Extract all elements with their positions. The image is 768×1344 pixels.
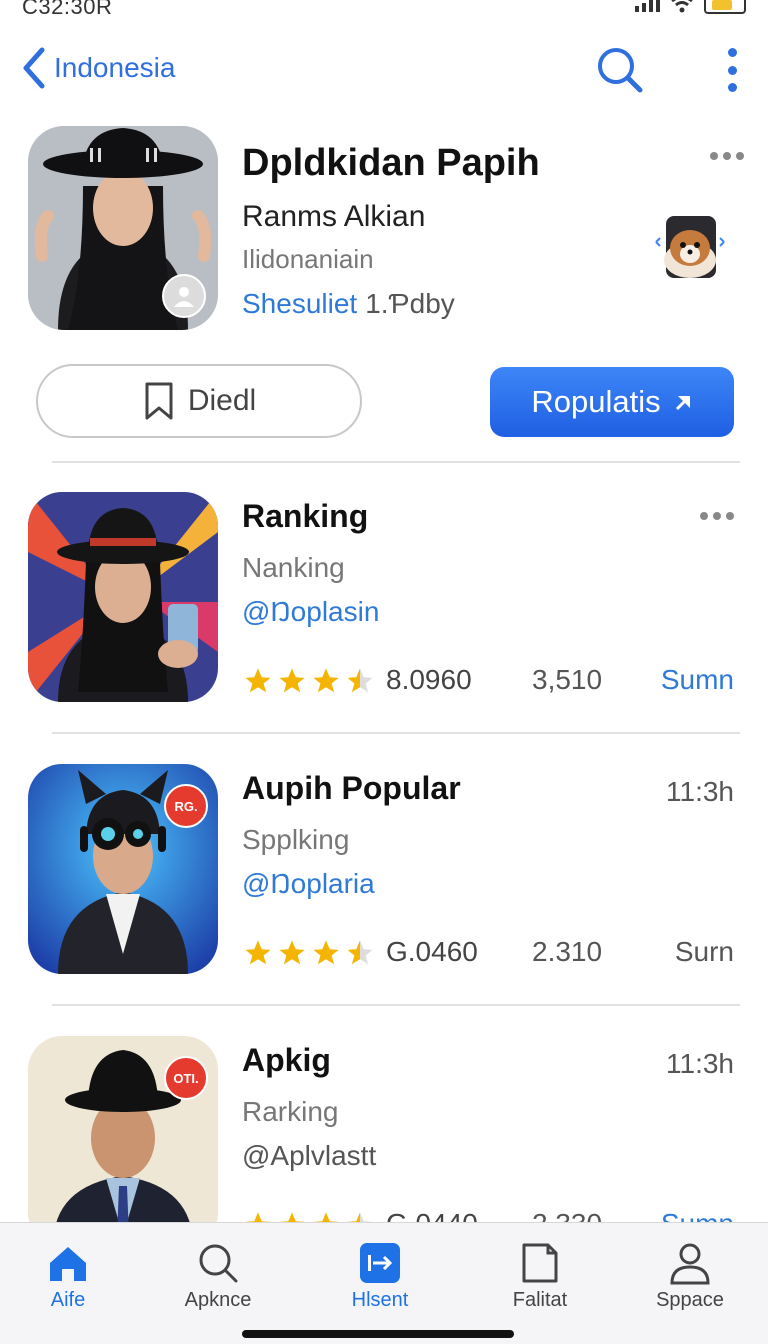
status-bar: C32:30R bbox=[0, 0, 768, 22]
tab-label: Falitat bbox=[512, 1289, 568, 1311]
app-category: Spplking bbox=[242, 824, 350, 855]
app-thumbnail: OTI. bbox=[28, 1036, 218, 1246]
list-item[interactable]: Ranking Nanking @Ŋoplasin 8.0960 3,510 S… bbox=[0, 492, 768, 722]
app-title: Apkig bbox=[242, 1042, 331, 1078]
app-title: Aupih Popular bbox=[242, 770, 461, 806]
home-indicator bbox=[242, 1330, 514, 1338]
more-vertical-icon[interactable] bbox=[722, 48, 742, 92]
back-label: Indonesia bbox=[54, 52, 176, 83]
app-description: Ilidonaniain bbox=[242, 244, 374, 274]
star-icon bbox=[245, 668, 271, 693]
app-category: Rarking bbox=[242, 1096, 339, 1127]
app-title: Ranking bbox=[242, 498, 369, 534]
status-time: C32:30R bbox=[22, 0, 113, 19]
external-link-icon bbox=[675, 396, 690, 411]
star-icon bbox=[313, 668, 339, 693]
tab-center[interactable]: Hlsent bbox=[310, 1241, 450, 1312]
tab-docs[interactable]: Falitat bbox=[470, 1241, 610, 1312]
divider bbox=[52, 461, 740, 463]
tab-label: Sppace bbox=[656, 1289, 724, 1311]
rating-count: 2.310 bbox=[532, 936, 603, 967]
rating-value: G.0460 bbox=[386, 936, 478, 967]
app-category: Nanking bbox=[242, 552, 345, 583]
tab-label: Aife bbox=[50, 1289, 86, 1311]
rating-value: 8.0960 bbox=[386, 664, 472, 695]
primary-action-button[interactable]: Ropulatis bbox=[490, 367, 734, 437]
notification-badge: OTI. bbox=[164, 1056, 208, 1100]
search-icon[interactable] bbox=[594, 44, 646, 96]
meta-link[interactable]: Shesuliet bbox=[242, 288, 357, 319]
tab-profile[interactable]: Sppace bbox=[620, 1241, 760, 1312]
star-rating bbox=[242, 666, 376, 696]
app-meta: Shesuliet 1.Ƥdby bbox=[242, 288, 455, 320]
tab-home[interactable]: Aife bbox=[0, 1241, 138, 1312]
star-half-icon bbox=[347, 668, 373, 693]
tab-label: Apknce bbox=[184, 1289, 252, 1311]
save-button-label: Diedl bbox=[187, 384, 257, 417]
primary-button-label: Ropulatis bbox=[531, 384, 661, 419]
app-icon-image bbox=[28, 126, 218, 330]
developer-link[interactable]: @Aplvlastt bbox=[242, 1140, 376, 1172]
app-thumbnail bbox=[28, 492, 218, 702]
more-horizontal-icon[interactable] bbox=[710, 152, 744, 160]
person-icon bbox=[670, 1243, 710, 1285]
more-horizontal-icon[interactable] bbox=[700, 512, 734, 520]
divider bbox=[52, 1004, 740, 1006]
rating-count: 3,510 bbox=[532, 664, 603, 695]
tab-bar: Aife Apknce Hlsent Falitat Sppace bbox=[0, 1222, 768, 1344]
app-header: Dpldkidan Papih Ranms Alkian Ilidonaniai… bbox=[0, 124, 768, 334]
star-icon bbox=[279, 668, 305, 693]
wifi-icon bbox=[671, 0, 693, 13]
app-title: Dpldkidan Papih bbox=[242, 142, 540, 184]
get-button[interactable]: Surn bbox=[675, 936, 734, 968]
signal-icon bbox=[635, 0, 660, 12]
star-rating bbox=[242, 938, 376, 968]
search-icon bbox=[199, 1244, 238, 1283]
dog-sticker-icon bbox=[655, 216, 725, 278]
get-button[interactable]: Sumn bbox=[661, 664, 734, 696]
app-thumbnail: RG. bbox=[28, 764, 218, 974]
arrow-box-icon bbox=[360, 1243, 400, 1283]
divider bbox=[52, 732, 740, 734]
app-subtitle: Ranms Alkian bbox=[242, 200, 426, 233]
save-button[interactable]: Diedl bbox=[36, 364, 362, 438]
star-icon bbox=[245, 940, 271, 965]
update-time: 11:3h bbox=[666, 776, 734, 807]
back-button[interactable]: Indonesia bbox=[18, 46, 175, 90]
status-icons bbox=[635, 0, 746, 14]
notification-badge: RG. bbox=[164, 784, 208, 828]
home-icon bbox=[50, 1247, 86, 1281]
tab-search[interactable]: Apknce bbox=[148, 1241, 288, 1312]
tab-label: Hlsent bbox=[351, 1289, 409, 1311]
nav-bar: Indonesia bbox=[0, 40, 768, 100]
bookmark-icon bbox=[145, 382, 173, 420]
battery-icon bbox=[704, 0, 746, 14]
star-icon bbox=[279, 940, 305, 965]
document-icon bbox=[522, 1243, 558, 1283]
developer-link[interactable]: @Ŋoplaria bbox=[242, 868, 375, 900]
list-item[interactable]: RG. Aupih Popular Spplking @Ŋoplaria 11:… bbox=[0, 764, 768, 994]
star-icon bbox=[313, 940, 339, 965]
meta-value: 1.Ƥdby bbox=[365, 288, 455, 319]
star-half-icon bbox=[347, 940, 373, 965]
update-time: 11:3h bbox=[666, 1048, 734, 1079]
chevron-left-icon bbox=[23, 47, 45, 89]
avatar-icon bbox=[162, 274, 206, 318]
developer-link[interactable]: @Ŋoplasin bbox=[242, 596, 379, 628]
